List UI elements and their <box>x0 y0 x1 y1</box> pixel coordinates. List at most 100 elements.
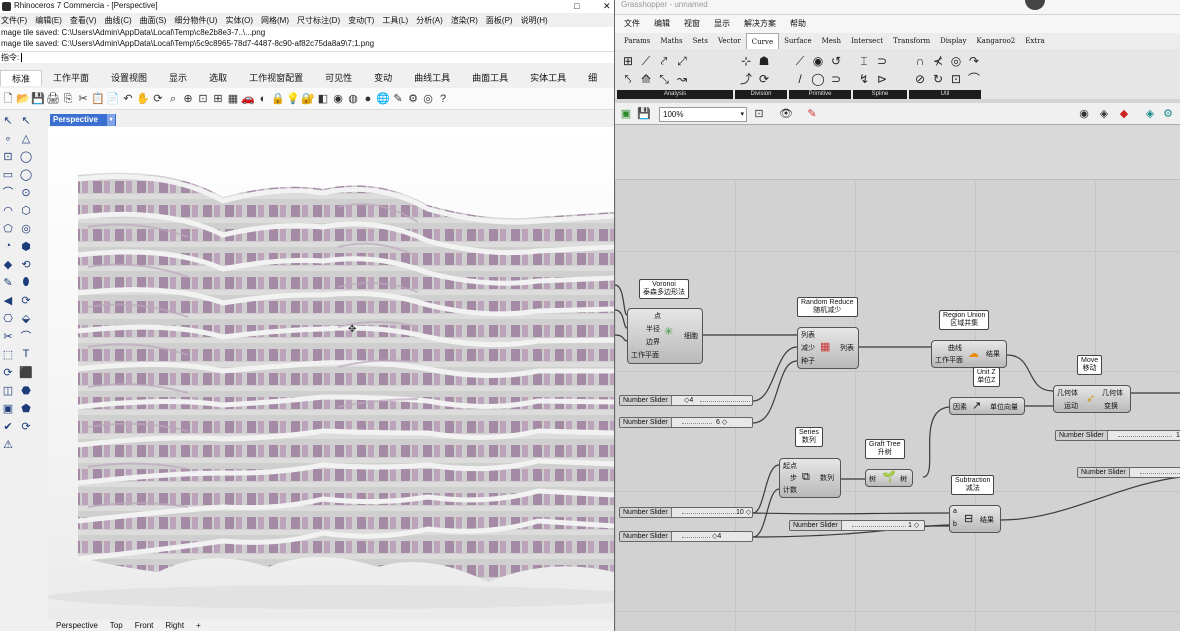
globe-icon[interactable]: 🌐 <box>376 92 390 106</box>
save-icon[interactable]: 💾 <box>31 92 45 106</box>
component-tab[interactable]: Kangaroo2 <box>971 33 1020 49</box>
maximize-button[interactable]: □ <box>574 0 579 12</box>
layer-icon[interactable]: ◧ <box>316 92 330 106</box>
menu-item[interactable]: 尺寸标注(D) <box>297 14 340 27</box>
preview-eye-icon[interactable]: 👁 <box>779 107 793 121</box>
component-tab[interactable]: Extra <box>1020 33 1049 49</box>
number-slider[interactable]: Number Slider ◇4 <box>619 395 753 406</box>
close-button[interactable]: ✕ <box>603 0 611 12</box>
component-icon[interactable]: ↷ <box>965 52 983 70</box>
toolbar-tab[interactable]: 标准 <box>0 70 43 86</box>
print-icon[interactable]: 🖨 <box>46 92 60 106</box>
tool-icon[interactable]: ✎ <box>0 274 16 290</box>
menu-item[interactable]: 查看(V) <box>70 14 97 27</box>
input-port[interactable]: 工作平面 <box>631 350 659 360</box>
input-port[interactable]: a <box>953 508 957 515</box>
output-port[interactable]: 结果 <box>986 349 1000 359</box>
gumball-icon[interactable]: ◈ <box>1143 107 1157 121</box>
input-port[interactable]: 运动 <box>1064 401 1078 411</box>
number-slider[interactable]: Number Slider 1 <box>1055 430 1180 441</box>
component-tab[interactable]: Vector <box>713 33 746 49</box>
number-slider[interactable]: Number Slider 6 ◇ <box>619 417 753 428</box>
tool-icon[interactable]: ⬡ <box>18 202 34 218</box>
tool-icon[interactable]: ⬛ <box>18 364 34 380</box>
component-icon[interactable]: ◯ <box>809 70 827 88</box>
tool-icon[interactable]: ⬙ <box>18 310 34 326</box>
output-port[interactable]: 列表 <box>840 343 854 353</box>
viewport-title-tab[interactable]: Perspective ▾ <box>50 114 116 126</box>
menu-item[interactable]: 文件 <box>624 15 640 33</box>
input-port[interactable]: 半径 <box>646 324 660 334</box>
component-icon[interactable]: ↻ <box>929 70 947 88</box>
toolbar-tab[interactable]: 变动 <box>363 70 403 86</box>
component-icon[interactable]: ⤢ <box>673 52 691 70</box>
zoom-extents-icon[interactable]: ⊡ <box>196 92 210 106</box>
clipboard-icon[interactable]: 📋 <box>91 92 105 106</box>
light-icon[interactable]: 💡 <box>286 92 300 106</box>
tool-icon[interactable]: ✔ <box>0 418 16 434</box>
help-icon[interactable]: ? <box>436 92 450 106</box>
number-slider[interactable]: Number Slider ◇4 <box>619 531 753 542</box>
menu-item[interactable]: 网格(M) <box>261 14 289 27</box>
settings-icon[interactable]: ⚙ <box>1161 107 1175 121</box>
gear-icon[interactable]: ⚙ <box>406 92 420 106</box>
print-lock-icon[interactable]: 🔐 <box>301 92 315 106</box>
menu-item[interactable]: 变动(T) <box>348 14 374 27</box>
globe-2-icon[interactable]: ◎ <box>421 92 435 106</box>
tool-icon[interactable]: ◀ <box>0 292 16 308</box>
cut-icon[interactable]: ✂ <box>76 92 90 106</box>
preview-shaded-icon[interactable]: ◉ <box>1077 107 1091 121</box>
input-port[interactable]: 种子 <box>801 356 815 366</box>
slider-rail[interactable] <box>852 526 906 527</box>
toolbar-tab[interactable]: 曲线工具 <box>403 70 461 86</box>
input-port[interactable]: 点 <box>654 311 661 321</box>
copy-icon[interactable]: ⎘ <box>61 92 75 106</box>
preview-wire-icon[interactable]: ◈ <box>1097 107 1111 121</box>
component-icon[interactable]: ⤡ <box>655 70 673 88</box>
car-icon[interactable]: 🚗 <box>241 92 255 106</box>
input-port[interactable]: b <box>953 521 957 528</box>
perspective-viewport[interactable]: ✥ <box>48 127 614 620</box>
slider-rail[interactable] <box>682 423 712 424</box>
component-tab[interactable]: Maths <box>655 33 687 49</box>
zoom-select[interactable]: 100% ▾ <box>659 107 747 122</box>
output-port[interactable]: 细胞 <box>684 331 698 341</box>
input-port[interactable]: 计数 <box>783 485 797 495</box>
tool-icon[interactable]: ◠ <box>0 202 16 218</box>
toolbar-tab[interactable]: 可见性 <box>314 70 363 86</box>
tool-icon[interactable]: ⬮ <box>18 274 34 290</box>
menu-item[interactable]: 显示 <box>714 15 730 33</box>
component-tab[interactable]: Transform <box>888 33 935 49</box>
menu-item[interactable]: 编辑(E) <box>35 14 62 27</box>
zoom-icon[interactable]: ⌕ <box>166 92 180 106</box>
tool-icon[interactable]: ◯ <box>18 148 34 164</box>
ribbon-panel-label[interactable]: Analysis <box>617 90 733 99</box>
component-icon[interactable]: ☗ <box>755 52 773 70</box>
region-union-component[interactable]: 曲线 工作平面 ☁ 结果 <box>931 340 1007 368</box>
zoom-extents-icon[interactable]: ⊡ <box>752 107 766 121</box>
slider-rail[interactable] <box>682 537 710 538</box>
input-port[interactable]: 列表 <box>801 330 815 340</box>
tool-icon[interactable]: ▣ <box>0 400 16 416</box>
component-icon[interactable]: ⟋ <box>791 52 809 70</box>
tool-icon[interactable]: △ <box>18 130 34 146</box>
tool-icon[interactable]: ⚠ <box>0 436 16 452</box>
component-icon[interactable]: ⤤ <box>655 52 673 70</box>
component-icon[interactable]: ⊘ <box>911 70 929 88</box>
slider-rail[interactable] <box>682 513 736 514</box>
component-tab[interactable]: Sets <box>688 33 713 49</box>
tool-icon[interactable]: ⌒ <box>18 328 34 344</box>
tool-icon[interactable]: ⬣ <box>18 382 34 398</box>
tool-icon[interactable]: ⟳ <box>18 418 34 434</box>
component-icon[interactable]: ⊃ <box>827 70 845 88</box>
pan-icon[interactable]: ✋ <box>136 92 150 106</box>
tool-icon[interactable]: ∘ <box>0 130 16 146</box>
open-file-icon[interactable]: ▣ <box>619 107 633 121</box>
input-port[interactable]: 几何体 <box>1057 388 1078 398</box>
output-port[interactable]: 树 <box>900 474 907 484</box>
new-icon[interactable]: 🗋 <box>1 92 15 106</box>
move-component[interactable]: 几何体 运动 ➶ 几何体 变换 <box>1053 385 1131 413</box>
menu-item[interactable]: 视窗 <box>684 15 700 33</box>
tool-icon[interactable]: ◫ <box>0 382 16 398</box>
menu-item[interactable]: 曲线(C) <box>105 14 132 27</box>
